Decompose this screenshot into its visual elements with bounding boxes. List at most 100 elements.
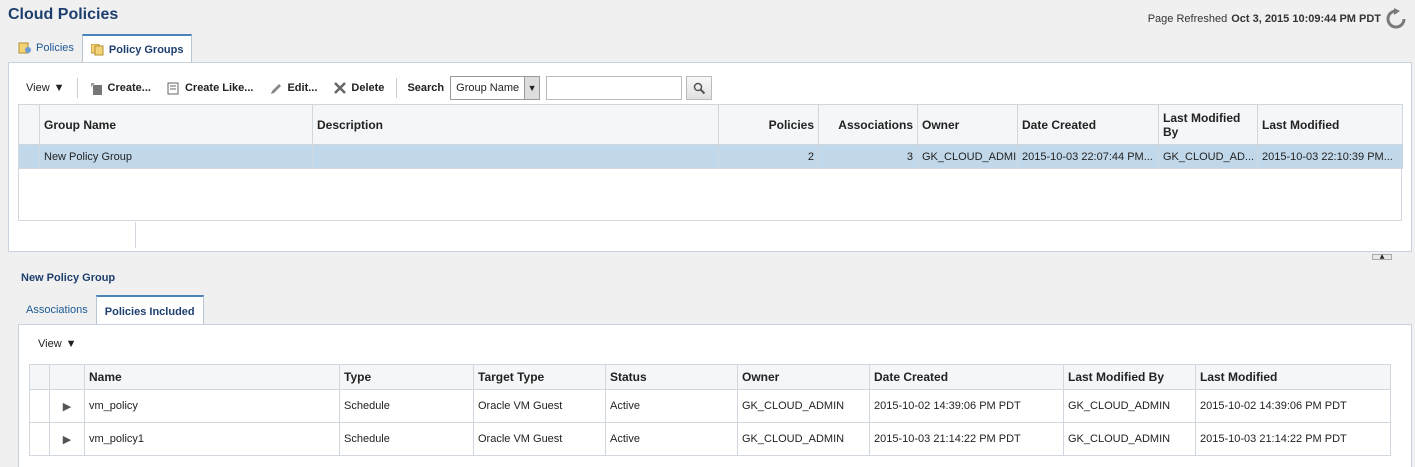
- cell-status: Active: [605, 389, 738, 423]
- create-icon: [90, 82, 102, 95]
- cell-date-created: 2015-10-02 14:39:06 PM PDT: [869, 389, 1064, 423]
- detail-view-menu[interactable]: View ▼: [38, 338, 77, 350]
- row-selector[interactable]: [18, 144, 40, 169]
- cell-last-modified: 2015-10-02 14:39:06 PM PDT: [1195, 389, 1391, 423]
- column-header[interactable]: Last Modified: [1195, 364, 1391, 390]
- tab-policies-included[interactable]: Policies Included: [95, 295, 204, 326]
- cell-type: Schedule: [339, 422, 474, 456]
- cell-target-type: Oracle VM Guest: [473, 422, 606, 456]
- collapse-pane-button[interactable]: ▲: [1372, 254, 1392, 260]
- tab-policy-groups[interactable]: Policy Groups: [81, 34, 193, 63]
- refreshed-label: Page Refreshed: [1147, 13, 1228, 25]
- cell-last-modified-by: GK_CLOUD_AD...: [1158, 144, 1258, 169]
- column-header[interactable]: Last Modified By: [1063, 364, 1196, 390]
- tab-associations[interactable]: Associations: [18, 295, 96, 325]
- search-field-select[interactable]: Group Name ▼: [450, 76, 541, 100]
- cell-date-created: 2015-10-03 22:07:44 PM...: [1017, 144, 1159, 169]
- cell-owner: GK_CLOUD_ADMIN: [737, 389, 870, 423]
- table-empty-area: [18, 169, 1402, 221]
- cell-owner: GK_CLOUD_ADMIN: [917, 144, 1018, 169]
- cell-description: [312, 144, 719, 169]
- policy-icon: [18, 42, 31, 54]
- column-header[interactable]: Description: [312, 104, 719, 145]
- divider: [135, 222, 136, 248]
- column-header[interactable]: Date Created: [869, 364, 1064, 390]
- search-field-value: Group Name: [456, 82, 520, 94]
- table-row[interactable]: ▶ vm_policy1 Schedule Oracle VM Guest Ac…: [29, 422, 1391, 456]
- cell-last-modified-by: GK_CLOUD_ADMIN: [1063, 389, 1196, 423]
- column-header[interactable]: Policies: [718, 104, 819, 145]
- page-refreshed: Page Refreshed Oct 3, 2015 10:09:44 PM P…: [1148, 8, 1407, 30]
- cell-policies: 2: [718, 144, 819, 169]
- row-selector[interactable]: [29, 422, 50, 456]
- edit-label: Edit...: [287, 82, 318, 94]
- tab-policies[interactable]: Policies: [10, 34, 82, 62]
- column-header[interactable]: Group Name: [39, 104, 313, 145]
- toolbar-divider: [396, 78, 398, 98]
- tab-policies-label: Policies: [36, 42, 74, 54]
- table-row[interactable]: New Policy Group 2 3 GK_CLOUD_ADMIN 2015…: [18, 144, 1403, 169]
- cell-name: vm_policy1: [84, 422, 340, 456]
- cell-last-modified: 2015-10-03 21:14:22 PM PDT: [1195, 422, 1391, 456]
- column-header[interactable]: Status: [605, 364, 738, 390]
- column-header[interactable]: Name: [84, 364, 340, 390]
- refresh-icon[interactable]: [1385, 8, 1407, 30]
- column-header[interactable]: Associations: [818, 104, 918, 145]
- tab-associations-label: Associations: [26, 304, 88, 316]
- search-button[interactable]: [686, 76, 713, 100]
- delete-label: Delete: [351, 82, 385, 94]
- column-header[interactable]: Owner: [737, 364, 870, 390]
- row-header-cell: [29, 364, 50, 390]
- page-title: Cloud Policies: [8, 6, 119, 23]
- tab-policies-included-label: Policies Included: [104, 305, 195, 318]
- chevron-down-icon: ▼: [65, 338, 77, 350]
- toolbar: View ▼ Create... Create Like... Edit... …: [18, 74, 713, 102]
- column-header[interactable]: Target Type: [473, 364, 606, 390]
- table-header-row: Name Type Target Type Status Owner Date …: [29, 364, 1391, 390]
- cell-associations: 3: [818, 144, 918, 169]
- delete-button[interactable]: Delete: [325, 74, 392, 102]
- view-label: View: [26, 82, 50, 94]
- create-label: Create...: [107, 82, 151, 94]
- column-header[interactable]: Last Modified: [1257, 104, 1403, 145]
- cell-group-name: New Policy Group: [39, 144, 313, 169]
- table-row[interactable]: ▶ vm_policy Schedule Oracle VM Guest Act…: [29, 389, 1391, 423]
- column-header[interactable]: Type: [339, 364, 474, 390]
- cell-name: vm_policy: [84, 389, 340, 423]
- policy-group-icon: [90, 43, 104, 55]
- create-like-icon: [167, 82, 179, 94]
- detail-title: New Policy Group: [21, 272, 116, 284]
- search-input[interactable]: [546, 76, 683, 100]
- expand-triangle-icon[interactable]: ▶: [49, 389, 85, 423]
- edit-button[interactable]: Edit...: [261, 74, 325, 102]
- row-selector[interactable]: [29, 389, 50, 423]
- refreshed-value: Oct 3, 2015 10:09:44 PM PDT: [1231, 13, 1381, 25]
- cell-owner: GK_CLOUD_ADMIN: [737, 422, 870, 456]
- cell-target-type: Oracle VM Guest: [473, 389, 606, 423]
- table-header-row: Group Name Description Policies Associat…: [18, 104, 1403, 145]
- pencil-icon: [271, 83, 282, 94]
- cell-last-modified: 2015-10-03 22:10:39 PM...: [1257, 144, 1403, 169]
- tab-policy-groups-label: Policy Groups: [108, 43, 184, 56]
- column-header[interactable]: Owner: [917, 104, 1018, 145]
- chevron-down-icon: ▼: [53, 82, 65, 94]
- expand-triangle-icon[interactable]: ▶: [49, 422, 85, 456]
- create-like-button[interactable]: Create Like...: [159, 74, 261, 102]
- create-button[interactable]: Create...: [82, 74, 159, 102]
- expander-header-cell: [49, 364, 85, 390]
- delete-icon: [334, 81, 347, 94]
- policy-groups-table: Group Name Description Policies Associat…: [18, 104, 1403, 169]
- create-like-label: Create Like...: [184, 82, 254, 94]
- toolbar-divider: [76, 78, 78, 98]
- column-header[interactable]: Date Created: [1017, 104, 1159, 145]
- chevron-down-icon: ▼: [524, 77, 540, 99]
- policies-included-table: Name Type Target Type Status Owner Date …: [29, 364, 1391, 456]
- search-label: Search: [407, 82, 445, 94]
- view-menu[interactable]: View ▼: [18, 74, 73, 102]
- search-icon: [693, 82, 705, 94]
- cell-status: Active: [605, 422, 738, 456]
- detail-tabs: Associations Policies Included: [18, 295, 204, 326]
- column-header[interactable]: Last Modified By: [1158, 104, 1258, 145]
- cell-date-created: 2015-10-03 21:14:22 PM PDT: [869, 422, 1064, 456]
- cell-last-modified-by: GK_CLOUD_ADMIN: [1063, 422, 1196, 456]
